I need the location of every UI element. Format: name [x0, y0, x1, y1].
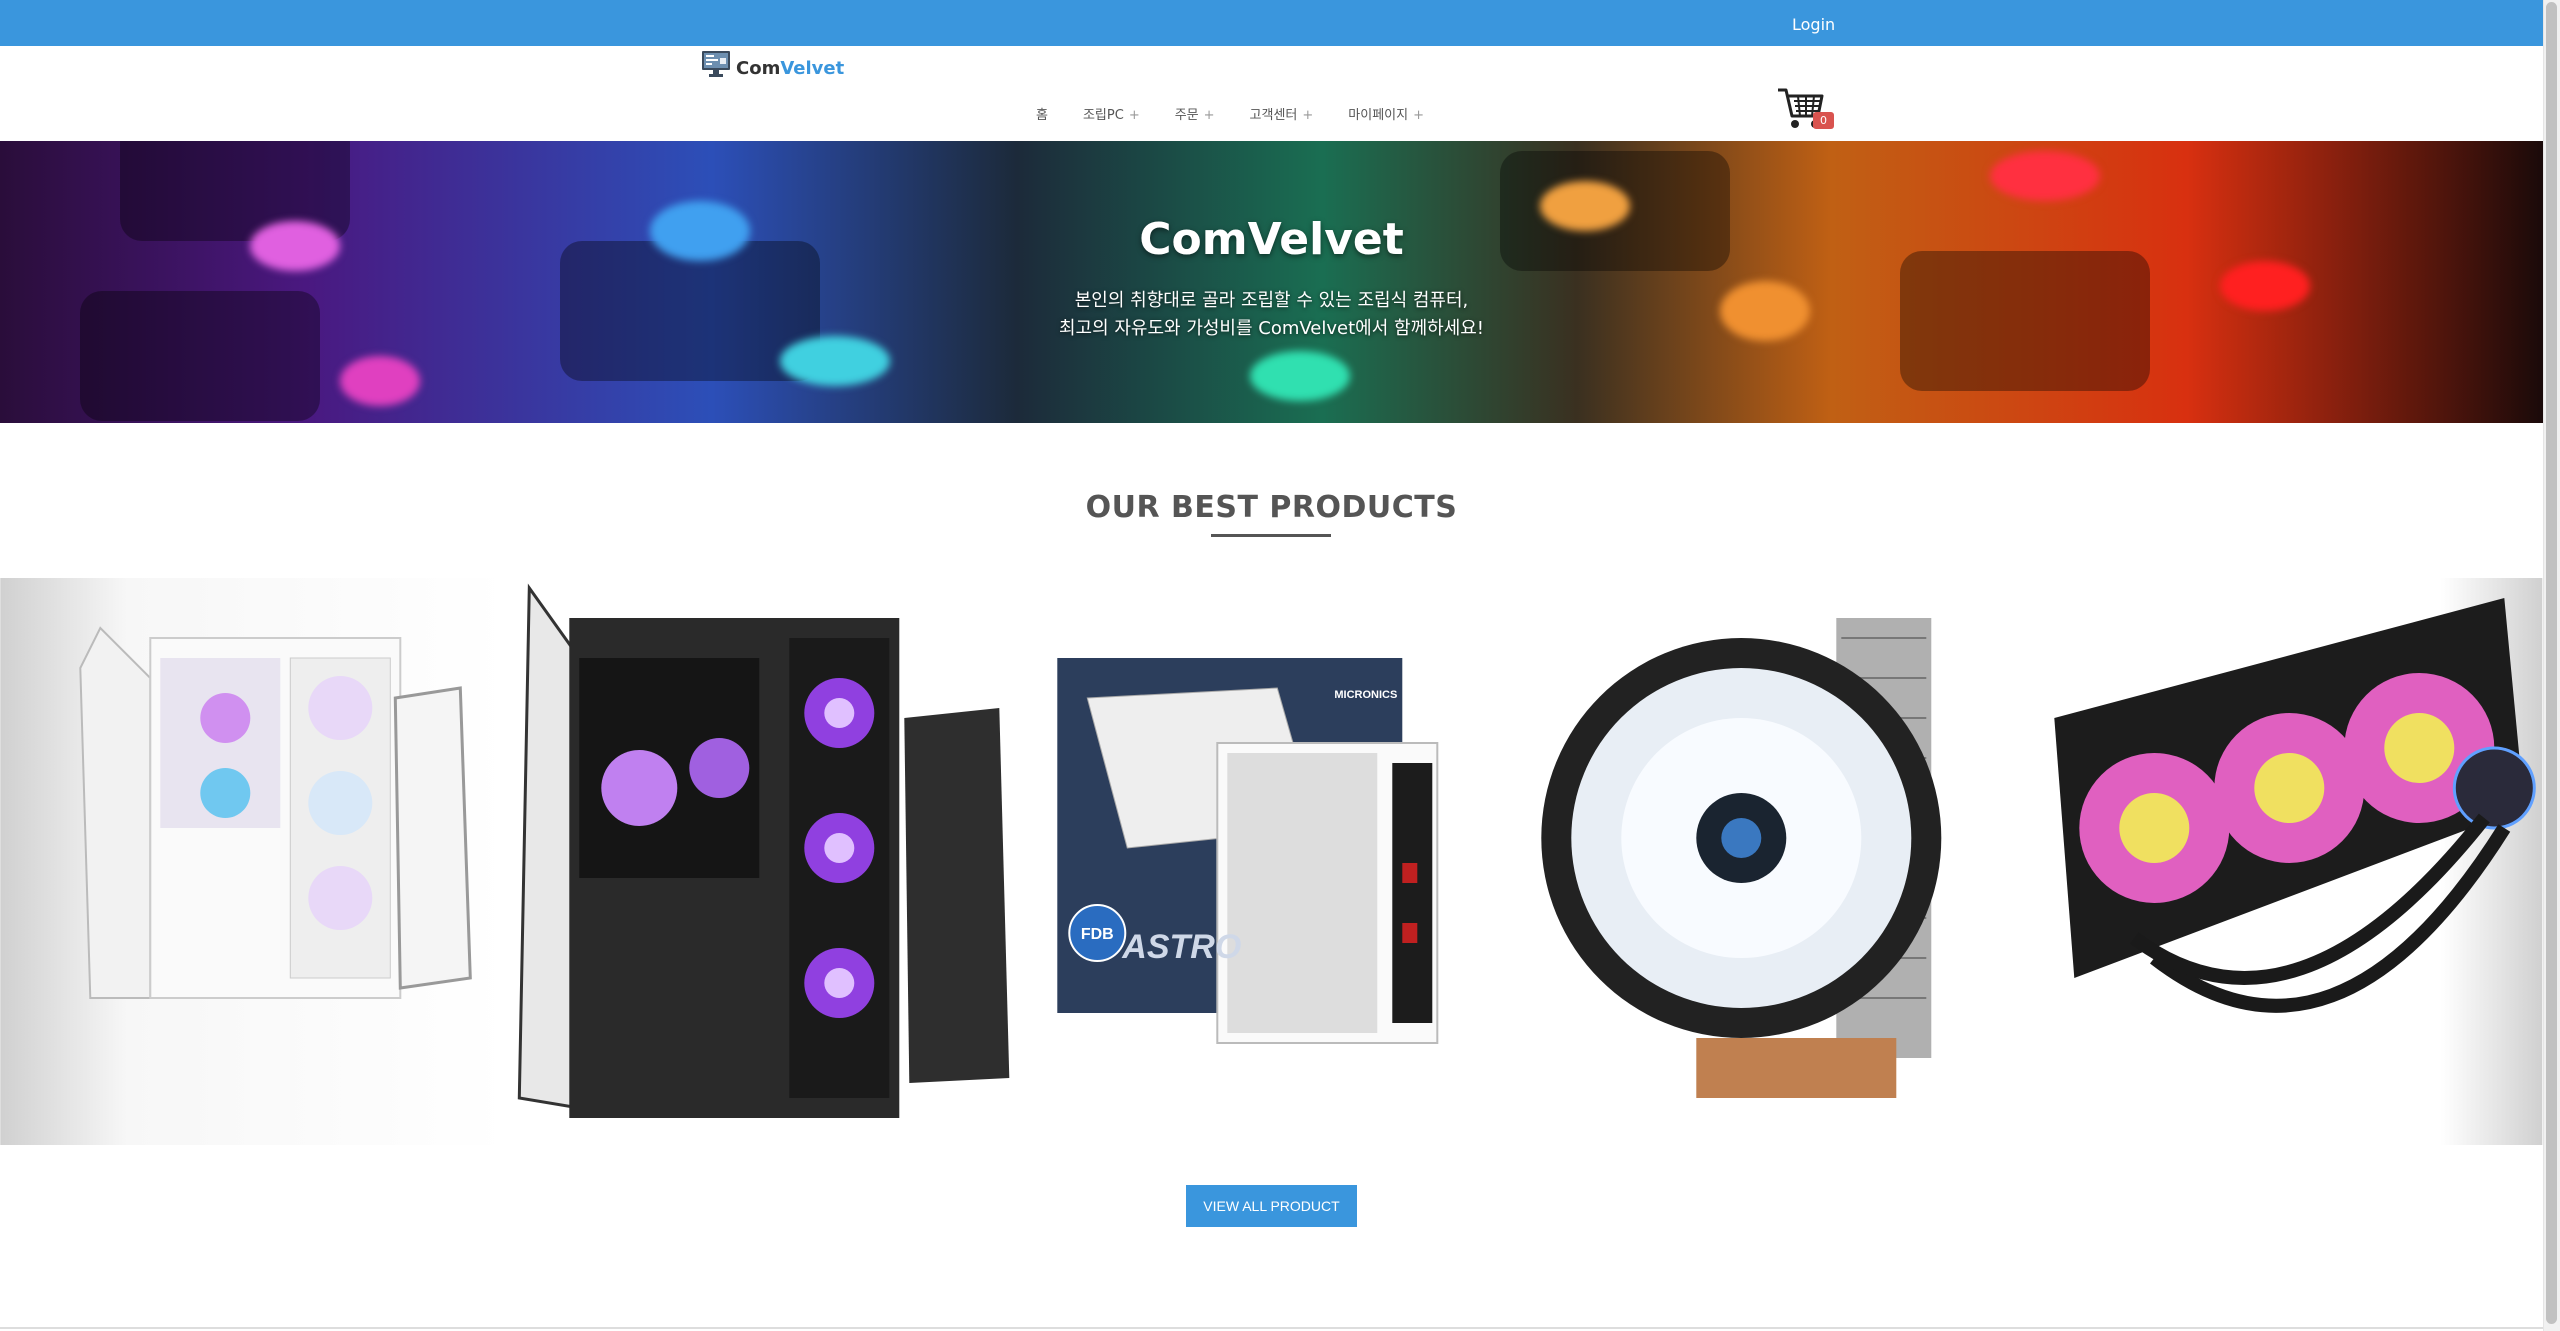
- product-card-power-supply[interactable]: FDB ASTRO MICRONICS: [1017, 578, 1526, 1145]
- nav-item-label: 고객센터: [1249, 108, 1298, 123]
- psu-brand-text: MICRONICS: [1335, 689, 1398, 701]
- computer-logo-icon: [702, 51, 730, 77]
- product-carousel: FDB ASTRO MICRONICS: [0, 578, 2543, 1145]
- plus-icon: +: [1203, 108, 1215, 123]
- best-products-title: OUR BEST PRODUCTS: [1085, 490, 1458, 525]
- liquid-cooler-image: [2034, 578, 2543, 1145]
- plus-icon: +: [1413, 108, 1425, 123]
- nav-item-label: 마이페이지: [1348, 108, 1409, 123]
- psu-badge-text: FDB: [1081, 926, 1114, 943]
- logo-text-primary: Com: [736, 58, 781, 79]
- nav-item-label: 홈: [1036, 108, 1048, 123]
- divider: [0, 1327, 2543, 1329]
- key-glow: [1250, 351, 1350, 401]
- view-all-products-button[interactable]: VIEW ALL PRODUCT: [1186, 1185, 1357, 1227]
- top-bar: Login: [0, 0, 2543, 46]
- nav-item-label: 주문: [1174, 108, 1199, 123]
- nav-item-custom-pc[interactable]: 조립PC +: [1083, 104, 1140, 123]
- product-card-cpu-air-cooler[interactable]: [1526, 578, 2035, 1145]
- cart-count-badge: 0: [1813, 112, 1834, 129]
- psu-box-text: ASTRO: [1121, 928, 1241, 966]
- nav-item-home[interactable]: 홈: [1036, 104, 1048, 123]
- header: [0, 46, 2543, 140]
- white-pc-case-image: [0, 578, 509, 1145]
- nav-item-mypage[interactable]: 마이페이지 +: [1348, 104, 1424, 123]
- key-glow: [340, 356, 420, 406]
- key-glow: [1990, 151, 2100, 201]
- plus-icon: +: [1128, 108, 1140, 123]
- black-pc-case-image: [508, 578, 1017, 1145]
- logo-text-accent: Velvet: [780, 58, 845, 79]
- cpu-air-cooler-image: [1526, 578, 2035, 1145]
- hero-title: ComVelvet: [1139, 214, 1404, 265]
- main-nav: 홈 조립PC + 주문 + 고객센터 + 마이페이지 +: [1036, 104, 1459, 123]
- product-card-liquid-cooler[interactable]: [2034, 578, 2543, 1145]
- logo-text: ComVelvet: [736, 59, 844, 79]
- title-underline: [1211, 534, 1331, 537]
- hero-banner: [0, 141, 2543, 423]
- logo[interactable]: ComVelvet: [700, 49, 844, 79]
- product-card-black-pc-case[interactable]: [508, 578, 1018, 1145]
- product-card-white-pc-case[interactable]: [0, 578, 509, 1145]
- plus-icon: +: [1302, 108, 1314, 123]
- key-glow: [780, 336, 890, 386]
- nav-item-customer-center[interactable]: 고객센터 +: [1250, 104, 1314, 123]
- hero-subtitle-line2: 최고의 자유도와 가성비를 ComVelvet에서 함께하세요!: [1058, 318, 1485, 339]
- nav-item-label: 조립PC: [1082, 108, 1124, 123]
- login-link[interactable]: Login: [1792, 15, 1835, 34]
- nav-item-order[interactable]: 주문 +: [1175, 104, 1215, 123]
- hero-subtitle-line1: 본인의 취향대로 골라 조립할 수 있는 조립식 컴퓨터,: [1074, 290, 1469, 311]
- scrollbar-thumb[interactable]: [2546, 2, 2557, 1324]
- power-supply-image: FDB ASTRO MICRONICS: [1017, 578, 1526, 1145]
